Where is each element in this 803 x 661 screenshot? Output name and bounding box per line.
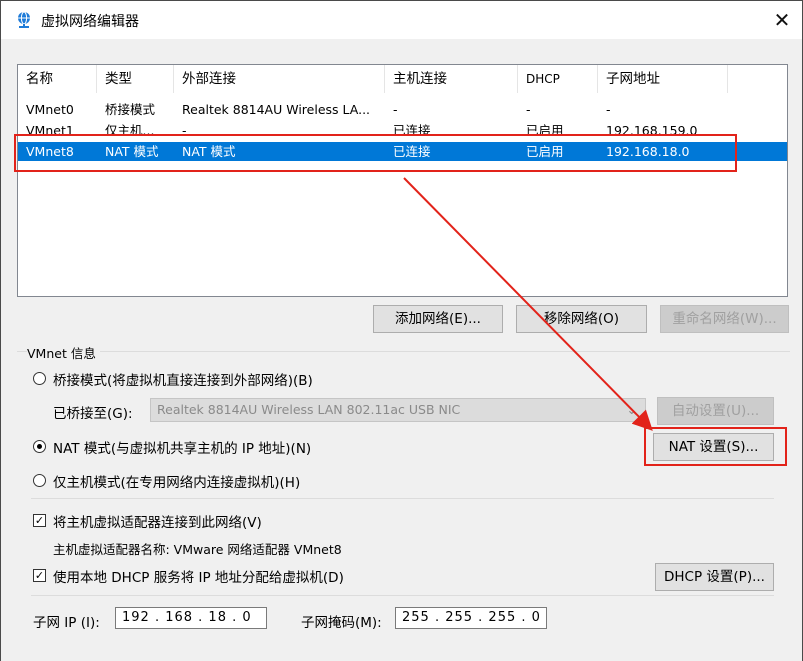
radio-selected-dot bbox=[37, 444, 42, 449]
window-bottom-edge bbox=[1, 651, 802, 661]
nat-mode-radio[interactable] bbox=[33, 440, 46, 453]
cell-host: - bbox=[393, 102, 398, 117]
cell-type: 仅主机... bbox=[105, 123, 155, 134]
auto-settings-button[interactable]: 自动设置(U)... bbox=[657, 397, 774, 425]
vmnet-info-group-label: VMnet 信息 bbox=[27, 343, 100, 362]
host-only-mode-radio[interactable] bbox=[33, 474, 46, 487]
cell-external: Realtek 8814AU Wireless LA... bbox=[182, 102, 371, 117]
column-header-external[interactable]: 外部连接 bbox=[174, 65, 385, 93]
list-header: 名称 类型 外部连接 主机连接 DHCP 子网地址 bbox=[18, 65, 787, 93]
virtual-network-editor-window: 虚拟网络编辑器 ✕ 名称 类型 外部连接 主机连接 DHCP 子网地址 VMne… bbox=[0, 0, 803, 661]
window-title: 虚拟网络编辑器 bbox=[41, 14, 139, 30]
cell-host: 已连接 bbox=[393, 123, 431, 134]
column-header-subnet[interactable]: 子网地址 bbox=[598, 65, 728, 93]
nat-mode-label[interactable]: NAT 模式(与虚拟机共享主机的 IP 地址)(N) bbox=[53, 437, 311, 457]
table-row[interactable]: VMnet0 桥接模式 Realtek 8814AU Wireless LA..… bbox=[18, 100, 787, 119]
use-dhcp-label[interactable]: 使用本地 DHCP 服务将 IP 地址分配给虚拟机(D) bbox=[53, 566, 344, 586]
column-header-host[interactable]: 主机连接 bbox=[385, 65, 518, 93]
rename-network-button[interactable]: 重命名网络(W)... bbox=[660, 305, 789, 333]
network-globe-icon bbox=[18, 11, 30, 28]
chevron-down-icon: ⌄ bbox=[626, 402, 637, 417]
bridged-to-value: Realtek 8814AU Wireless LAN 802.11ac USB… bbox=[157, 402, 461, 417]
cell-external: - bbox=[182, 123, 187, 134]
cell-host: 已连接 bbox=[393, 144, 431, 159]
host-only-mode-label[interactable]: 仅主机模式(在专用网络内连接虚拟机)(H) bbox=[53, 471, 300, 491]
add-network-button[interactable]: 添加网络(E)... bbox=[373, 305, 503, 333]
cell-subnet: 192.168.18.0 bbox=[606, 144, 690, 159]
cell-external: NAT 模式 bbox=[182, 144, 236, 159]
vmnet-info-group-border bbox=[17, 351, 790, 352]
cell-type: 桥接模式 bbox=[105, 102, 156, 117]
separator bbox=[31, 595, 774, 596]
cell-name: VMnet8 bbox=[26, 144, 74, 159]
use-dhcp-checkbox[interactable]: ✓ bbox=[33, 569, 46, 582]
remove-network-button[interactable]: 移除网络(O) bbox=[516, 305, 647, 333]
cell-type: NAT 模式 bbox=[105, 144, 159, 159]
table-row[interactable]: VMnet1 仅主机... - 已连接 已启用 192.168.159.0 bbox=[18, 121, 787, 134]
bridged-to-label: 已桥接至(G): bbox=[53, 406, 133, 422]
table-row-selected[interactable]: VMnet8 NAT 模式 NAT 模式 已连接 已启用 192.168.18.… bbox=[18, 142, 787, 161]
cell-name: VMnet1 bbox=[26, 123, 74, 134]
column-header-type[interactable]: 类型 bbox=[97, 65, 174, 93]
network-list[interactable]: 名称 类型 外部连接 主机连接 DHCP 子网地址 VMnet0 桥接模式 Re… bbox=[17, 64, 788, 297]
cell-name: VMnet0 bbox=[26, 102, 74, 117]
cell-subnet: 192.168.159.0 bbox=[606, 123, 698, 134]
separator bbox=[31, 498, 774, 499]
subnet-mask-label: 子网掩码(M): bbox=[301, 615, 382, 631]
bridged-to-select[interactable]: Realtek 8814AU Wireless LAN 802.11ac USB… bbox=[150, 398, 646, 422]
subnet-ip-input[interactable]: 192 . 168 . 18 . 0 bbox=[115, 607, 267, 629]
cell-dhcp: - bbox=[526, 102, 531, 117]
subnet-ip-label: 子网 IP (I): bbox=[33, 615, 100, 631]
column-header-name[interactable]: 名称 bbox=[18, 65, 97, 93]
column-header-dhcp[interactable]: DHCP bbox=[518, 65, 598, 93]
cell-subnet: - bbox=[606, 102, 611, 117]
adapter-name-label: 主机虚拟适配器名称: VMware 网络适配器 VMnet8 bbox=[53, 542, 342, 557]
nat-settings-button[interactable]: NAT 设置(S)... bbox=[653, 433, 774, 461]
connect-adapter-label[interactable]: 将主机虚拟适配器连接到此网络(V) bbox=[53, 511, 262, 531]
subnet-mask-input[interactable]: 255 . 255 . 255 . 0 bbox=[395, 607, 547, 629]
connect-adapter-checkbox[interactable]: ✓ bbox=[33, 514, 46, 527]
title-bar: 虚拟网络编辑器 ✕ bbox=[1, 1, 802, 39]
cell-dhcp: 已启用 bbox=[526, 123, 564, 134]
close-icon[interactable]: ✕ bbox=[762, 1, 802, 39]
cell-dhcp: 已启用 bbox=[526, 144, 564, 159]
bridge-mode-radio[interactable] bbox=[33, 372, 46, 385]
bridge-mode-label[interactable]: 桥接模式(将虚拟机直接连接到外部网络)(B) bbox=[53, 369, 313, 389]
dhcp-settings-button[interactable]: DHCP 设置(P)... bbox=[655, 563, 774, 591]
